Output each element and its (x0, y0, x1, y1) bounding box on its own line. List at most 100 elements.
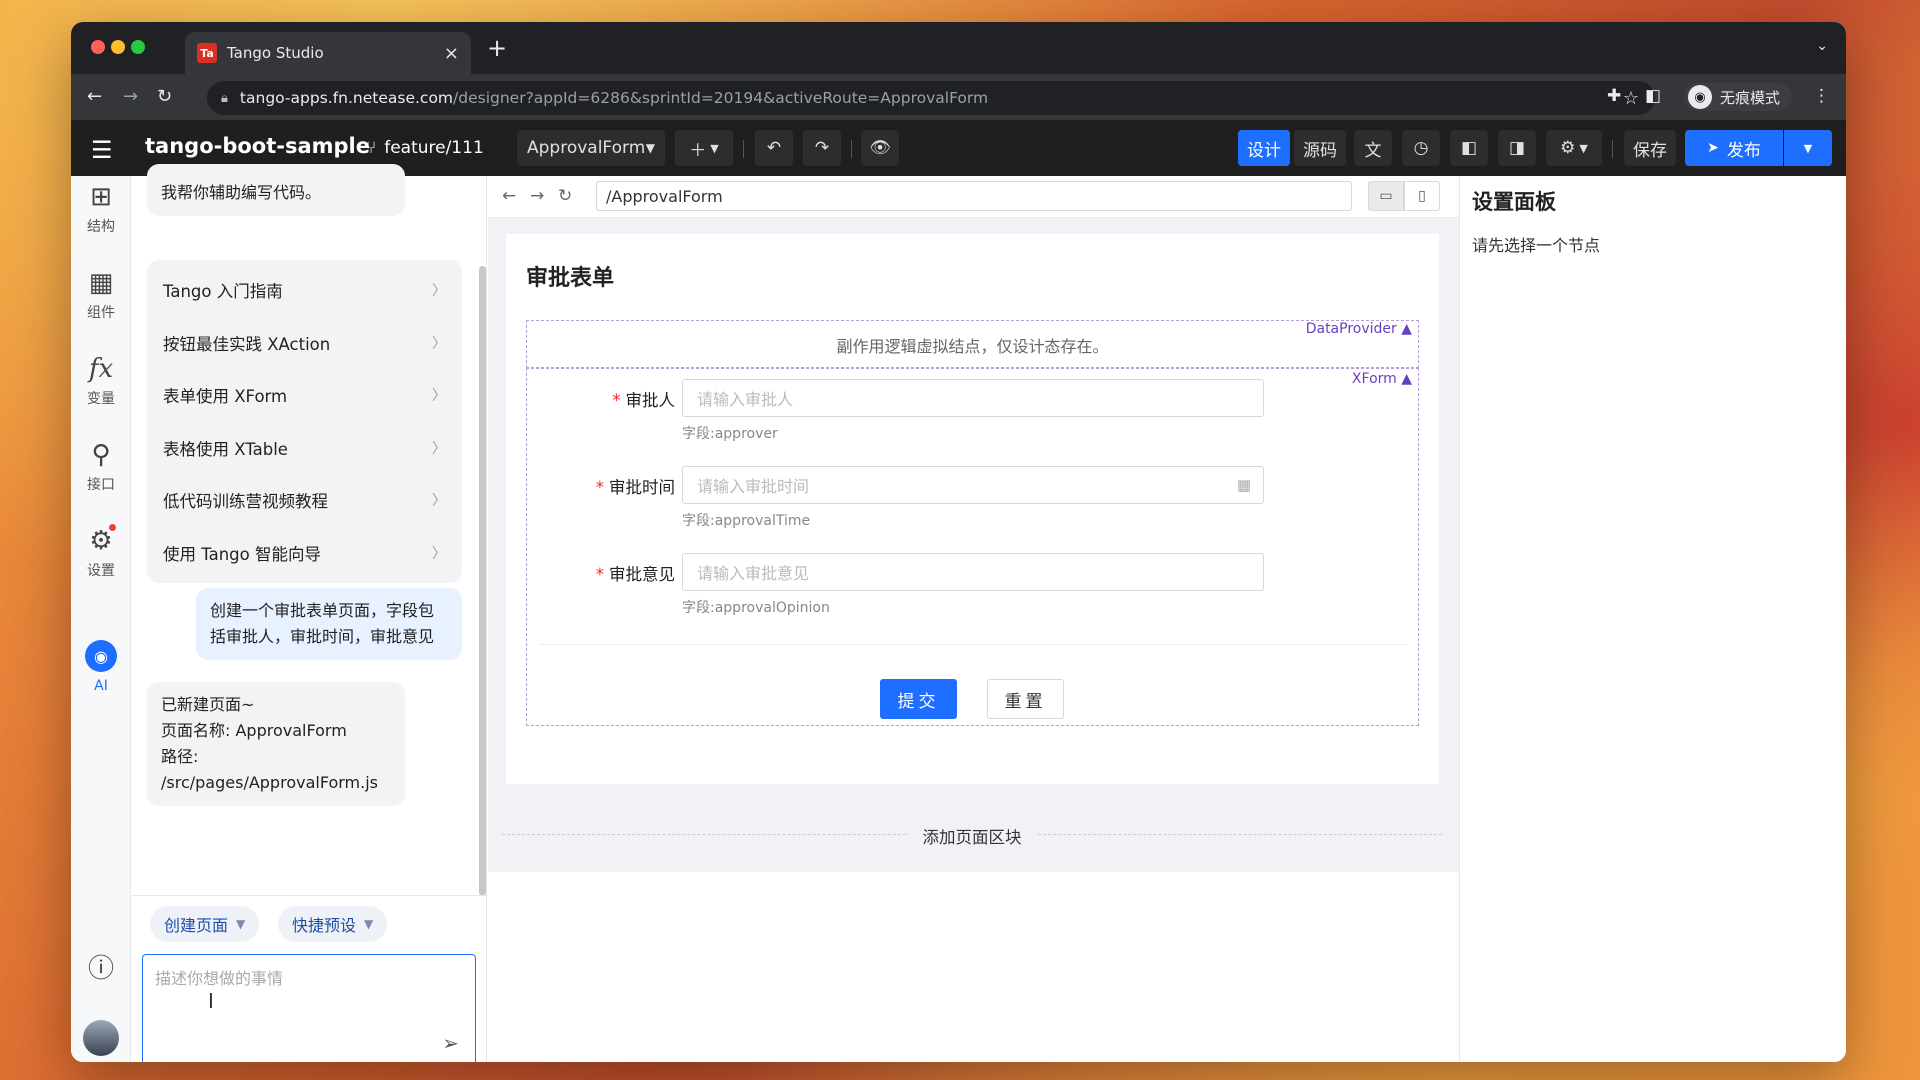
approver-input[interactable]: 请输入审批人 (682, 379, 1264, 417)
right-panel-icon: ◨ (1508, 138, 1526, 158)
guide-item[interactable]: 按钮最佳实践 XAction 〉 (147, 317, 462, 370)
gear-icon: ⚙ (1560, 138, 1576, 158)
history-icon: ◷ (1413, 138, 1429, 158)
browser-tab[interactable]: Ta Tango Studio × (185, 32, 471, 74)
rail-item-label: 变量 (87, 391, 115, 407)
reply-line: 已新建页面~ (161, 695, 255, 714)
avatar[interactable] (83, 1020, 119, 1056)
guide-item-label: 低代码训练营视频教程 (163, 492, 328, 512)
settings-panel: 设置面板 请先选择一个节点 (1459, 176, 1846, 1062)
chip-label: 快捷预设 (292, 916, 357, 935)
chevron-right-icon: 〉 (432, 440, 446, 457)
rail-item-settings[interactable]: ⚙ 设置 (71, 524, 131, 580)
ai-chat-panel: 我帮你辅助编写代码。 Tango 入门指南〉 按钮最佳实践 XAction 〉 表… (132, 164, 487, 1062)
mobile-view-button[interactable]: ▯ (1404, 181, 1440, 211)
desktop-view-button[interactable]: ▭ (1368, 181, 1404, 211)
address-bar[interactable]: 🔒︎ tango-apps.fn.netease.com/designer?ap… (207, 81, 1655, 115)
plus-icon: ＋ (689, 140, 707, 161)
toggle-left-panel-button[interactable]: ◧ (1450, 130, 1488, 166)
add-page-block[interactable]: 添加页面区块 (502, 824, 1442, 847)
page-select[interactable]: ApprovalForm ▼ (517, 130, 665, 166)
incognito-label: 无痕模式 (1720, 88, 1781, 107)
chat-input[interactable] (143, 955, 475, 1062)
add-block-label-wrap: 添加页面区块 (502, 824, 1442, 848)
canvas-stage: 审批表单 DataProvider ▲ 副作用逻辑虚拟结点，仅设计态存在。 XF… (488, 218, 1459, 872)
design-mode-button[interactable]: 设计 (1238, 130, 1290, 166)
publish-dropdown-button[interactable]: ▼ (1784, 130, 1832, 166)
hamburger-menu-icon[interactable]: ☰ (91, 136, 113, 164)
xform-node[interactable]: XForm ▲ * 审批人 请输入审批人 字段:approver * 审批时间 请输… (526, 368, 1419, 726)
route-input[interactable]: /ApprovalForm (596, 181, 1352, 211)
assistant-intro-text: 我帮你辅助编写代码。 (161, 183, 322, 202)
canvas-forward-icon[interactable]: → (530, 186, 544, 206)
page-container[interactable]: 审批表单 DataProvider ▲ 副作用逻辑虚拟结点，仅设计态存在。 XF… (506, 234, 1439, 784)
submit-button[interactable]: 提交 (880, 679, 957, 719)
rail-item-components[interactable]: ▦ 组件 (71, 268, 131, 322)
canvas-back-icon[interactable]: ← (502, 186, 516, 206)
text-cursor-icon: I (208, 989, 214, 1013)
back-icon[interactable]: ← (87, 86, 102, 107)
approval-time-picker[interactable]: 请输入审批时间 ▦ (682, 466, 1264, 504)
undo-button[interactable]: ↶ (755, 130, 793, 166)
guide-item[interactable]: 表单使用 XForm 〉 (147, 369, 462, 422)
publish-label: 发布 (1726, 140, 1761, 161)
chat-scrollbar[interactable] (479, 266, 486, 896)
close-tab-icon[interactable]: × (444, 43, 459, 64)
bookmark-star-icon[interactable]: ☆ (1623, 88, 1639, 109)
redo-icon: ↷ (814, 138, 830, 158)
toggle-right-panel-button[interactable]: ◨ (1498, 130, 1536, 166)
canvas-reload-icon[interactable]: ↻ (558, 186, 572, 206)
rail-item-label: 结构 (87, 219, 115, 235)
undo-icon: ↶ (766, 138, 782, 158)
address-row: ← → ↻ 🔒︎ tango-apps.fn.netease.com/desig… (71, 74, 1846, 120)
quick-preset-chip[interactable]: 快捷预设 ▼ (278, 906, 388, 942)
incognito-profile-button[interactable]: ◉ 无痕模式 (1684, 83, 1793, 111)
rail-item-api[interactable]: ⚲ 接口 (71, 440, 131, 494)
guide-item[interactable]: 低代码训练营视频教程 〉 (147, 474, 462, 527)
guide-item[interactable]: 使用 Tango 智能向导 〉 (147, 527, 462, 580)
approval-opinion-input[interactable]: 请输入审批意见 (682, 553, 1264, 591)
preview-button[interactable]: 👁︎ (861, 130, 899, 166)
dataprovider-node[interactable]: DataProvider ▲ 副作用逻辑虚拟结点，仅设计态存在。 (526, 320, 1419, 368)
forward-icon[interactable]: → (123, 86, 138, 107)
incognito-icon: ◉ (1688, 85, 1712, 109)
rail-item-structure[interactable]: ⊞ 结构 (71, 182, 131, 236)
new-tab-icon[interactable]: + (487, 34, 507, 62)
send-icon[interactable]: ➢ (442, 1031, 459, 1055)
user-message-text: 创建一个审批表单页面，字段包括审批人，审批时间，审批意见 (210, 601, 435, 646)
browser-menu-icon[interactable]: ⋮ (1813, 86, 1830, 106)
guide-item[interactable]: Tango 入门指南 〉 (147, 264, 462, 317)
mobile-icon: ▯ (1418, 188, 1426, 204)
create-page-chip[interactable]: 创建页面 ▼ (150, 906, 260, 942)
extensions-icon[interactable]: ✚ (1607, 86, 1621, 106)
close-window-button[interactable] (91, 40, 105, 54)
history-button[interactable]: ◷ (1402, 130, 1440, 166)
left-rail: ⊞ 结构 ▦ 组件 fx 变量 ⚲ 接口 ⚙ 设置 ◉ AI ⓘ (71, 176, 131, 1062)
chip-label: 创建页面 (164, 916, 229, 935)
translate-icon: 文 (1364, 140, 1382, 161)
rail-item-variables[interactable]: fx 变量 (71, 354, 131, 408)
help-button[interactable]: ⓘ (71, 954, 131, 988)
side-panel-icon[interactable]: ◧ (1645, 86, 1661, 106)
publish-button[interactable]: ➤ 发布 (1685, 130, 1783, 166)
reset-button[interactable]: 重置 (987, 679, 1064, 719)
xform-tag[interactable]: XForm ▲ (1352, 371, 1412, 387)
rail-item-label: 设置 (87, 563, 115, 579)
branch-selector[interactable]: ⑂ feature/111 (366, 138, 484, 158)
redo-button[interactable]: ↷ (803, 130, 841, 166)
tab-search-chevron-icon[interactable]: ⌄ (1816, 38, 1828, 54)
save-button[interactable]: 保存 (1624, 130, 1676, 166)
field-label: * 审批人 (612, 387, 675, 411)
add-menu-button[interactable]: ＋ ▼ (675, 130, 733, 166)
settings-menu-button[interactable]: ⚙ ▼ (1546, 130, 1602, 166)
maximize-window-button[interactable] (131, 40, 145, 54)
chat-input-box: I ➢ (142, 954, 476, 1062)
source-mode-button[interactable]: 源码 (1294, 130, 1346, 166)
translate-button[interactable]: 文 (1354, 130, 1392, 166)
minimize-window-button[interactable] (111, 40, 125, 54)
chevron-down-icon: ▼ (236, 917, 246, 931)
rail-item-ai[interactable]: ◉ AI (71, 640, 131, 694)
guide-item[interactable]: 表格使用 XTable 〉 (147, 422, 462, 475)
chevron-down-icon: ▼ (710, 141, 719, 155)
reload-icon[interactable]: ↻ (157, 86, 172, 107)
